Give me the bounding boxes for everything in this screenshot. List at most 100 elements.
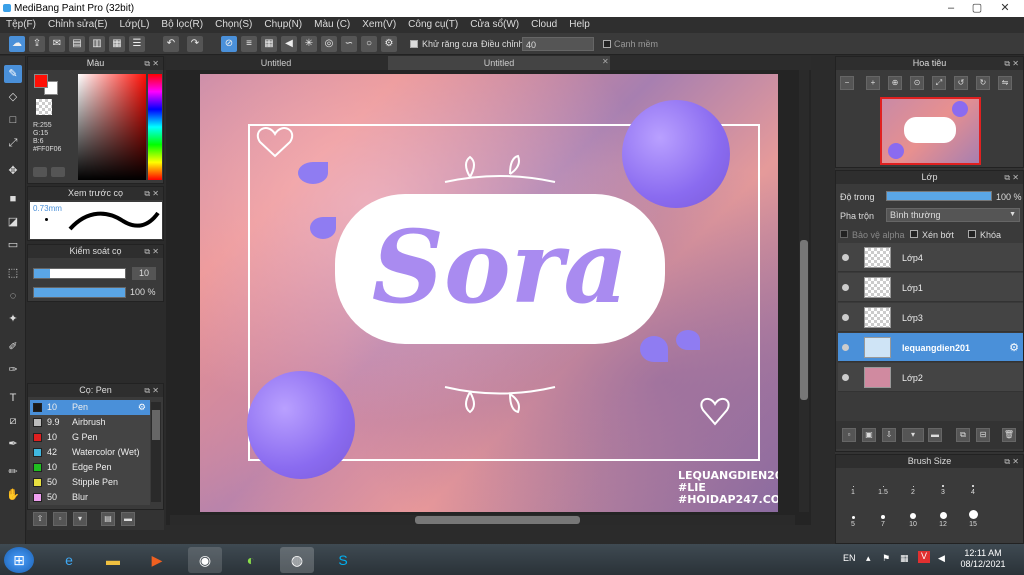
explorer-icon[interactable]: ▬: [96, 547, 130, 573]
magic-wand-icon[interactable]: ✦: [4, 310, 22, 328]
transparent-swatch[interactable]: [36, 99, 52, 115]
start-button[interactable]: ⊞: [4, 547, 34, 573]
menu-filter[interactable]: Bộ lọc(R): [155, 17, 209, 30]
brush-item-1[interactable]: 9.9 Airbrush: [30, 415, 150, 430]
tray-v-icon[interactable]: V: [918, 551, 930, 563]
undo-icon[interactable]: ↶: [163, 36, 179, 52]
media-icon[interactable]: ▶: [140, 547, 174, 573]
layer-row-4[interactable]: Lớp2: [838, 363, 1023, 392]
brush-size-slider[interactable]: [33, 268, 126, 279]
import-layer-icon[interactable]: ⇩: [882, 428, 896, 442]
circle-snap-icon[interactable]: ◎: [321, 36, 337, 52]
color-mode-button[interactable]: [33, 167, 47, 177]
menu-help[interactable]: Help: [563, 17, 596, 30]
panel-float-icon[interactable]: ⧉ ✕: [144, 57, 159, 70]
brush-item-5[interactable]: 50 Stipple Pen: [30, 475, 150, 490]
menu-snap[interactable]: Chụp(N): [258, 17, 308, 30]
brush-size-option[interactable]: 10: [898, 505, 928, 528]
eyedropper-icon[interactable]: ✒: [4, 435, 22, 453]
brush-opacity-slider[interactable]: [33, 287, 126, 298]
brush-size-option[interactable]: 4: [958, 473, 988, 496]
navigator-thumbnail[interactable]: [880, 97, 981, 165]
canvas-v-scrollbar[interactable]: [799, 70, 809, 512]
divide-tool-icon[interactable]: ⧄: [4, 412, 22, 430]
layer-row-0[interactable]: Lớp4: [838, 243, 1023, 272]
tray-network-icon[interactable]: ▦: [900, 553, 909, 564]
brush-list-scrollbar[interactable]: [151, 402, 161, 502]
panel-float-icon[interactable]: ⧉ ✕: [1004, 455, 1019, 468]
blend-mode-select[interactable]: Bình thường ▼: [886, 208, 1020, 222]
rotate-left-icon[interactable]: ↺: [954, 76, 968, 90]
tray-flag-icon[interactable]: ⚑: [882, 553, 890, 564]
comment-icon[interactable]: ✉: [49, 36, 65, 52]
visibility-icon[interactable]: [842, 314, 849, 321]
brush-size-value[interactable]: 10: [132, 267, 156, 280]
menu-color[interactable]: Màu (C): [308, 17, 356, 30]
curve-snap-icon[interactable]: ∽: [341, 36, 357, 52]
brush-size-option[interactable]: 1: [838, 473, 868, 496]
grid-icon[interactable]: ▦: [109, 36, 125, 52]
layer-row-2[interactable]: Lớp3: [838, 303, 1023, 332]
redo-icon[interactable]: ↷: [187, 36, 203, 52]
cross-snap-icon[interactable]: ▦: [261, 36, 277, 52]
brush-size-option[interactable]: 2: [898, 473, 928, 496]
zoom-out-icon[interactable]: −: [840, 76, 854, 90]
visibility-icon[interactable]: [842, 374, 849, 381]
bucket-tool-icon[interactable]: ◪: [4, 213, 22, 231]
layer-folder-icon[interactable]: ▬: [928, 428, 942, 442]
brush-menu-icon[interactable]: ▾: [73, 512, 87, 526]
layer-row-1[interactable]: Lớp1: [838, 273, 1023, 302]
visibility-icon[interactable]: [842, 254, 849, 261]
medibang-taskbar-icon[interactable]: ◍: [280, 547, 314, 573]
delete-layer-icon[interactable]: 🗑: [1002, 428, 1016, 442]
layer-settings-icon[interactable]: ⚙: [1009, 341, 1019, 354]
new-brush-icon[interactable]: ▫: [53, 512, 67, 526]
artwork[interactable]: Sora LEQUANGDIEN201 #LIE #HOIDAP247.COM: [200, 74, 778, 512]
pen-icon[interactable]: ✏: [4, 463, 22, 481]
lock-checkbox[interactable]: [968, 230, 976, 238]
hue-slider[interactable]: [148, 74, 162, 180]
color-saturation-field[interactable]: [78, 74, 146, 180]
brush-tool-icon[interactable]: ✎: [4, 65, 22, 83]
chrome-icon[interactable]: ◉: [188, 547, 222, 573]
tab-untitled-2[interactable]: Untitled: [388, 56, 610, 70]
settings-icon[interactable]: ⚙: [381, 36, 397, 52]
brush-size-option[interactable]: 15: [958, 505, 988, 528]
layer-add-menu-icon[interactable]: ▾: [902, 428, 924, 442]
rotate-right-icon[interactable]: ↻: [976, 76, 990, 90]
brush-settings-icon[interactable]: ⚙: [138, 400, 146, 415]
select-eraser-icon[interactable]: ✑: [4, 361, 22, 379]
antialias-checkbox[interactable]: [410, 40, 418, 48]
menu-window[interactable]: Cửa sổ(W): [464, 17, 525, 30]
text-tool-icon[interactable]: T: [4, 389, 22, 407]
menu-file[interactable]: Tệp(F): [0, 17, 42, 30]
merge-layer-icon[interactable]: ⊟: [976, 428, 990, 442]
panel-float-icon[interactable]: ⧉ ✕: [1004, 57, 1019, 70]
share-icon[interactable]: ⇪: [29, 36, 45, 52]
fill-rect-icon[interactable]: ■: [4, 190, 22, 208]
maximize-button[interactable]: ▢: [966, 0, 988, 17]
radial-snap-icon[interactable]: ✳: [301, 36, 317, 52]
add-brush-icon[interactable]: ⇧: [33, 512, 47, 526]
visibility-icon[interactable]: [842, 344, 849, 351]
canvas-h-scrollbar[interactable]: [170, 515, 795, 525]
brush-size-option[interactable]: 12: [928, 505, 958, 528]
tray-up-icon[interactable]: ▴: [866, 553, 871, 564]
brush-size-option[interactable]: 1.5: [868, 473, 898, 496]
save-icon[interactable]: ▤: [69, 36, 85, 52]
brush-item-0[interactable]: 10 Pen ⚙: [30, 400, 150, 415]
visibility-icon[interactable]: [842, 284, 849, 291]
canvas-area[interactable]: Sora LEQUANGDIEN201 #LIE #HOIDAP247.COM: [166, 70, 811, 525]
brush-item-3[interactable]: 42 Watercolor (Wet): [30, 445, 150, 460]
ellipse-snap-icon[interactable]: ○: [361, 36, 377, 52]
rect-tool-icon[interactable]: □: [4, 111, 22, 129]
color-picker-button[interactable]: [51, 167, 65, 177]
brush-size-option[interactable]: 3: [928, 473, 958, 496]
flip-icon[interactable]: ⇋: [998, 76, 1012, 90]
menu-select[interactable]: Chọn(S): [209, 17, 258, 30]
layer-row-3[interactable]: lequangdien201 ⚙: [838, 333, 1023, 362]
menu-layer[interactable]: Lớp(L): [114, 17, 156, 30]
select-pen-icon[interactable]: ✐: [4, 338, 22, 356]
minimize-button[interactable]: –: [940, 0, 962, 17]
list-icon[interactable]: ☰: [129, 36, 145, 52]
